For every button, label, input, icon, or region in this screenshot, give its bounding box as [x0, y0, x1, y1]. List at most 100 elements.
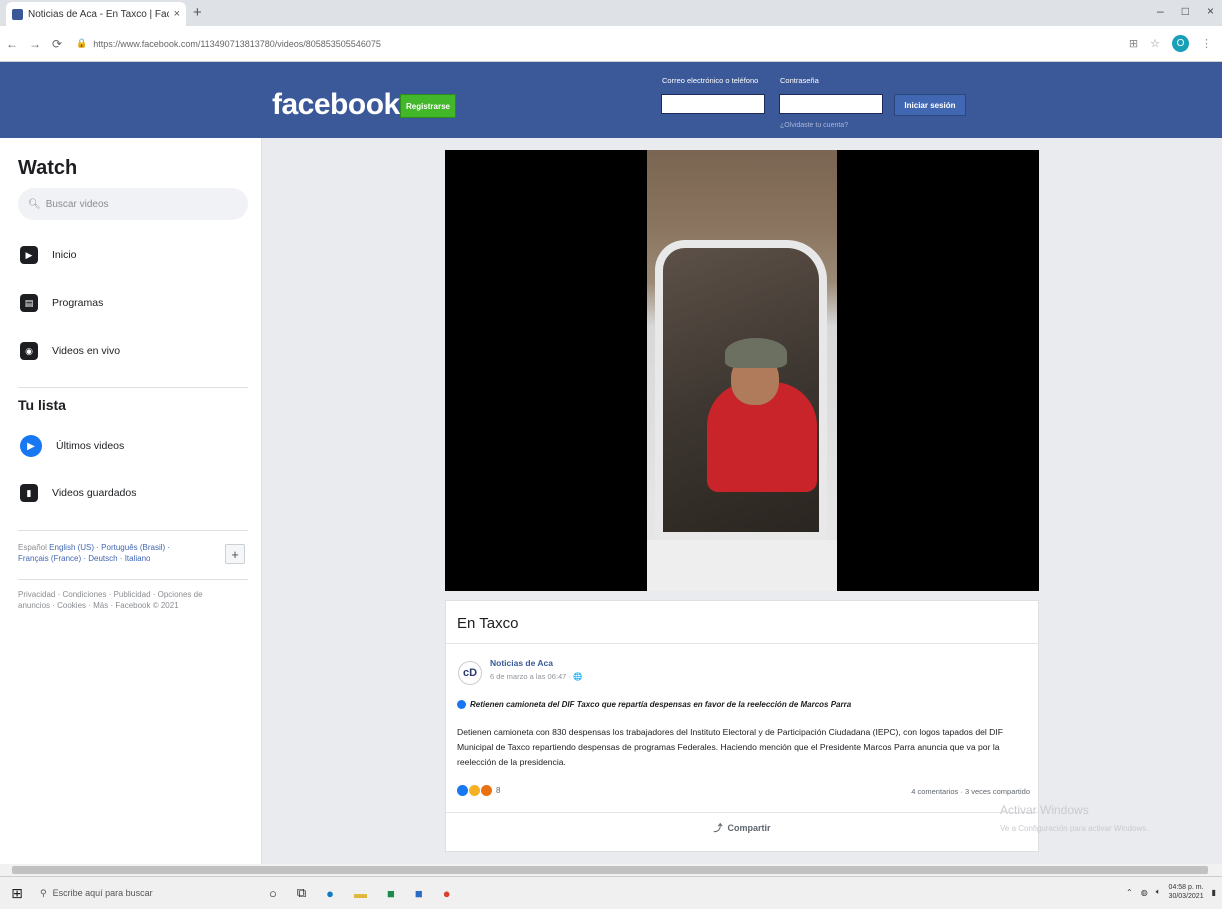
- outlook-icon[interactable]: ■: [415, 886, 423, 901]
- live-icon: ◉: [20, 342, 38, 360]
- volume-icon[interactable]: 🔈︎: [1156, 887, 1161, 897]
- sidebar-divider: [18, 530, 248, 531]
- cortana-icon[interactable]: ○: [269, 886, 277, 901]
- post-body: Detienen camioneta con 830 despensas los…: [457, 727, 1004, 767]
- notifications-icon[interactable]: ▮: [1212, 888, 1216, 897]
- tray-chevron-icon[interactable]: ⌃: [1126, 888, 1133, 897]
- sidebar-item-label: Programas: [52, 297, 104, 309]
- facebook-header: facebook Registrarse Correo electrónico …: [0, 62, 1222, 138]
- browser-tab[interactable]: Noticias de Aca - En Taxco | Fac ×: [6, 2, 186, 26]
- browser-tab-bar: Noticias de Aca - En Taxco | Fac × + – □…: [0, 0, 1222, 26]
- nav-buttons: ← → ⟳: [6, 37, 62, 51]
- like-reaction-icon: [457, 785, 468, 796]
- facebook-logo[interactable]: facebook: [272, 88, 400, 122]
- home-icon: ▶: [20, 246, 38, 264]
- saved-icon: ▮: [20, 484, 38, 502]
- search-videos-input[interactable]: 🔍︎ Buscar videos: [18, 188, 248, 220]
- forgot-account-link[interactable]: ¿Olvidaste tu cuenta?: [780, 122, 848, 129]
- sidebar-item-inicio[interactable]: ▶ Inicio: [20, 246, 77, 264]
- taskbar-apps: ○ ⧉ ● ▬ ■ ■ ●: [269, 885, 451, 901]
- post-headline: Retienen camioneta del DIF Taxco que rep…: [457, 700, 851, 709]
- profile-avatar[interactable]: O: [1172, 35, 1189, 52]
- clock-time: 04:58 p. m.: [1168, 884, 1204, 891]
- file-explorer-icon[interactable]: ▬: [354, 886, 367, 901]
- search-placeholder: Buscar videos: [45, 198, 109, 210]
- post-stats[interactable]: 4 comentarios · 3 veces compartido: [911, 787, 1030, 796]
- share-label: Compartir: [727, 822, 771, 833]
- sidebar-item-label: Inicio: [52, 249, 77, 261]
- extensions-icon[interactable]: ⊞: [1129, 37, 1138, 50]
- taskbar-search[interactable]: ⚲ Escribe aquí para buscar: [34, 877, 239, 909]
- excel-icon[interactable]: ■: [387, 886, 395, 901]
- tab-close-icon[interactable]: ×: [174, 8, 180, 20]
- reactions[interactable]: 8: [457, 785, 500, 796]
- car-door: [647, 540, 837, 591]
- sidebar-divider: [18, 387, 248, 388]
- browser-actions: ⊞ ☆ O ⋮: [1129, 35, 1212, 52]
- address-bar-row: ← → ⟳ 🔒 https://www.facebook.com/1134907…: [0, 26, 1222, 62]
- lock-icon: 🔒: [76, 38, 88, 48]
- activate-windows-title: Activar Windows: [1000, 803, 1089, 817]
- reload-icon[interactable]: ⟳: [52, 37, 62, 51]
- forward-icon[interactable]: →: [29, 37, 41, 51]
- back-icon[interactable]: ←: [6, 37, 18, 51]
- close-window-button[interactable]: ×: [1207, 4, 1214, 18]
- search-icon: 🔍︎: [28, 198, 41, 210]
- window-controls: – □ ×: [1157, 4, 1214, 18]
- sidebar-item-programas[interactable]: ▤ Programas: [20, 294, 103, 312]
- email-input[interactable]: [661, 94, 765, 114]
- edge-icon[interactable]: ●: [326, 886, 334, 901]
- url-bar[interactable]: 🔒 https://www.facebook.com/1134907138137…: [76, 32, 1036, 56]
- clock-date: 30/03/2021: [1168, 893, 1204, 900]
- system-tray: ⌃ ◍ 🔈︎ 04:58 p. m. 30/03/2021 ▮: [1126, 883, 1216, 901]
- current-language: Español: [18, 543, 47, 552]
- password-input[interactable]: [779, 94, 883, 114]
- share-icon: ⤴: [713, 823, 723, 833]
- card-divider: [446, 643, 1038, 644]
- watch-title: Watch: [18, 157, 78, 179]
- windows-start-icon[interactable]: ⊞: [0, 877, 34, 909]
- video-frame: [647, 150, 837, 591]
- share-button[interactable]: ⤴ Compartir: [446, 821, 1038, 834]
- register-button[interactable]: Registrarse: [400, 94, 456, 118]
- activate-windows-subtitle: Ve a Configuración para activar Windows.: [1000, 824, 1149, 833]
- wow-reaction-icon: [469, 785, 480, 796]
- facebook-favicon-icon: [12, 8, 23, 20]
- headline-text: Retienen camioneta del DIF Taxco que rep…: [470, 700, 852, 709]
- horizontal-scrollbar[interactable]: [0, 864, 1222, 876]
- page-name-link[interactable]: Noticias de Aca: [490, 658, 553, 668]
- sidebar-divider: [18, 579, 248, 580]
- more-languages-button[interactable]: +: [225, 544, 245, 564]
- scrollbar-thumb[interactable]: [12, 866, 1208, 874]
- footer-links[interactable]: Privacidad · Condiciones · Publicidad · …: [18, 589, 208, 611]
- task-view-icon[interactable]: ⧉: [297, 885, 306, 901]
- post-title: En Taxco: [457, 615, 519, 632]
- page-avatar[interactable]: cD: [458, 661, 482, 685]
- shows-icon: ▤: [20, 294, 38, 312]
- password-label: Contraseña: [780, 76, 819, 85]
- post-timestamp[interactable]: 6 de marzo a las 06:47 · 🌐: [490, 672, 582, 681]
- minimize-button[interactable]: –: [1157, 4, 1164, 18]
- sidebar-item-videos-en-vivo[interactable]: ◉ Videos en vivo: [20, 342, 120, 360]
- angry-reaction-icon: [481, 785, 492, 796]
- latest-videos-icon: ▶: [20, 435, 42, 457]
- network-icon[interactable]: ◍: [1141, 888, 1148, 897]
- sidebar-item-label: Videos en vivo: [52, 345, 121, 357]
- new-tab-button[interactable]: +: [193, 4, 202, 21]
- sidebar-item-ultimos-videos[interactable]: ▶ Últimos videos: [20, 435, 124, 457]
- chrome-icon[interactable]: ●: [443, 886, 451, 901]
- info-emoji-icon: [457, 700, 466, 709]
- clock[interactable]: 04:58 p. m. 30/03/2021: [1169, 883, 1204, 901]
- watch-sidebar: Watch 🔍︎ Buscar videos ▶ Inicio ▤ Progra…: [0, 138, 262, 864]
- login-button[interactable]: Iniciar sesión: [894, 94, 966, 116]
- video-player[interactable]: [445, 150, 1039, 591]
- menu-kebab-icon[interactable]: ⋮: [1201, 37, 1212, 50]
- post-card: En Taxco cD Noticias de Aca 6 de marzo a…: [445, 600, 1039, 852]
- person-cap: [725, 338, 787, 368]
- taskbar-search-placeholder: Escribe aquí para buscar: [52, 888, 153, 898]
- language-links[interactable]: Español English (US) · Português (Brasil…: [18, 542, 198, 564]
- url-text: https://www.facebook.com/113490713813780…: [93, 38, 381, 49]
- maximize-button[interactable]: □: [1182, 4, 1189, 18]
- sidebar-item-videos-guardados[interactable]: ▮ Videos guardados: [20, 484, 136, 502]
- bookmark-star-icon[interactable]: ☆: [1150, 37, 1160, 50]
